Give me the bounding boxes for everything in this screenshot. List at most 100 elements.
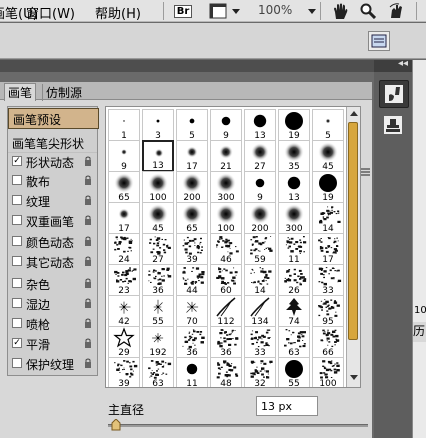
- scrollbar-thumb[interactable]: [348, 122, 358, 340]
- brush-preset[interactable]: 11: [278, 233, 310, 265]
- brush-preset[interactable]: 1: [108, 109, 140, 141]
- brush-preset[interactable]: 35: [278, 140, 310, 172]
- toggle-brush-panel-button[interactable]: [368, 31, 390, 51]
- brush-preset[interactable]: 14: [312, 202, 344, 234]
- clone-source-dock-button[interactable]: [379, 112, 407, 138]
- brush-preset[interactable]: 13: [142, 140, 174, 172]
- brush-preset[interactable]: 100: [142, 171, 174, 203]
- settings-item[interactable]: 喷枪: [8, 314, 97, 333]
- brush-preset[interactable]: 134: [244, 295, 276, 327]
- brush-preset[interactable]: 11: [176, 357, 208, 387]
- brush-preset[interactable]: 44: [176, 264, 208, 296]
- checkbox-checked[interactable]: ✓: [12, 338, 22, 348]
- lock-icon[interactable]: [84, 195, 92, 205]
- lock-icon[interactable]: [84, 236, 92, 246]
- brush-preset[interactable]: 27: [142, 233, 174, 265]
- tab-clone-source[interactable]: 仿制源: [42, 84, 85, 101]
- brush-preset[interactable]: 24: [108, 233, 140, 265]
- brush-preset[interactable]: 200: [176, 171, 208, 203]
- brush-preset[interactable]: 36: [176, 326, 208, 358]
- brush-preset[interactable]: 48: [210, 357, 242, 387]
- settings-item[interactable]: 颜色动态: [8, 232, 97, 251]
- settings-item[interactable]: ✓ 平滑: [8, 334, 97, 353]
- brush-preset[interactable]: 36: [142, 264, 174, 296]
- brush-preset[interactable]: 100: [312, 357, 344, 387]
- brush-preset[interactable]: 63: [278, 326, 310, 358]
- settings-item[interactable]: 湿边: [8, 294, 97, 313]
- brush-preset[interactable]: 5: [176, 109, 208, 141]
- settings-item[interactable]: 双重画笔: [8, 211, 97, 230]
- brush-preset[interactable]: 9: [244, 171, 276, 203]
- brush-preset[interactable]: 36: [210, 326, 242, 358]
- zoom-tool-icon[interactable]: [358, 2, 378, 20]
- brush-preset[interactable]: 21: [210, 140, 242, 172]
- brush-preset[interactable]: 39: [176, 233, 208, 265]
- brush-preset[interactable]: 63: [142, 357, 174, 387]
- checkbox[interactable]: [12, 278, 22, 288]
- brush-preset[interactable]: 33: [244, 326, 276, 358]
- brush-preset[interactable]: 5: [312, 109, 344, 141]
- settings-item[interactable]: 画笔笔尖形状: [8, 133, 97, 153]
- lock-icon[interactable]: [84, 256, 92, 266]
- brush-preset[interactable]: 29: [108, 326, 140, 358]
- lock-icon[interactable]: [84, 215, 92, 225]
- diameter-slider-knob[interactable]: [111, 418, 121, 431]
- scroll-up-arrow-icon[interactable]: [350, 111, 358, 116]
- settings-item[interactable]: 其它动态: [8, 252, 97, 271]
- brush-preset[interactable]: 9: [108, 140, 140, 172]
- menu-window[interactable]: 窗口(W): [26, 3, 75, 22]
- rotate-view-tool-icon[interactable]: [386, 2, 408, 20]
- brush-preset[interactable]: 33: [312, 264, 344, 296]
- brush-preset[interactable]: 60: [210, 264, 242, 296]
- brush-preset[interactable]: 9: [210, 109, 242, 141]
- checkbox[interactable]: [12, 236, 22, 246]
- brush-preset[interactable]: 65: [176, 202, 208, 234]
- screen-mode-icon[interactable]: [207, 2, 229, 20]
- checkbox[interactable]: [12, 358, 22, 368]
- collapse-dock-icon[interactable]: ◂◂: [398, 58, 408, 69]
- brush-preset[interactable]: 45: [312, 140, 344, 172]
- brush-preset[interactable]: 14: [244, 264, 276, 296]
- lock-icon[interactable]: [84, 298, 92, 308]
- brush-preset[interactable]: 66: [312, 326, 344, 358]
- brush-preset[interactable]: 200: [244, 202, 276, 234]
- brush-preset[interactable]: 65: [108, 171, 140, 203]
- brush-preset[interactable]: 46: [210, 233, 242, 265]
- brush-tool-dock-button[interactable]: [379, 80, 409, 108]
- lock-icon[interactable]: [84, 156, 92, 166]
- brush-preset[interactable]: 70: [176, 295, 208, 327]
- scroll-down-arrow-icon[interactable]: [350, 375, 358, 380]
- lock-icon[interactable]: [84, 338, 92, 348]
- brush-preset[interactable]: 32: [244, 357, 276, 387]
- bridge-button[interactable]: Br: [172, 2, 194, 20]
- brush-preset[interactable]: 13: [278, 171, 310, 203]
- lock-icon[interactable]: [84, 358, 92, 368]
- settings-item[interactable]: 纹理: [8, 191, 97, 210]
- settings-item[interactable]: 杂色: [8, 274, 97, 293]
- brush-preset[interactable]: 55: [142, 295, 174, 327]
- brush-preset[interactable]: 17: [108, 202, 140, 234]
- dock-header[interactable]: ◂◂: [374, 58, 412, 72]
- settings-item[interactable]: 散布: [8, 171, 97, 190]
- brush-preset[interactable]: 100: [210, 202, 242, 234]
- checkbox-checked[interactable]: ✓: [12, 156, 22, 166]
- lock-icon[interactable]: [84, 278, 92, 288]
- brush-preset[interactable]: 45: [142, 202, 174, 234]
- zoom-dropdown-icon[interactable]: [308, 9, 316, 14]
- settings-item[interactable]: 画笔预设: [8, 108, 99, 129]
- master-diameter-input[interactable]: 13 px: [256, 396, 318, 416]
- checkbox[interactable]: [12, 298, 22, 308]
- checkbox[interactable]: [12, 195, 22, 205]
- brush-preset[interactable]: 300: [210, 171, 242, 203]
- checkbox[interactable]: [12, 256, 22, 266]
- brush-preset[interactable]: 42: [108, 295, 140, 327]
- brush-preset[interactable]: 39: [108, 357, 140, 387]
- checkbox[interactable]: [12, 215, 22, 225]
- brush-preset[interactable]: 13: [244, 109, 276, 141]
- settings-item[interactable]: 保护纹理: [8, 354, 97, 373]
- brush-preset[interactable]: 300: [278, 202, 310, 234]
- brush-preset[interactable]: 55: [278, 357, 310, 387]
- brush-preset[interactable]: 19: [278, 109, 310, 141]
- brush-preset[interactable]: 26: [278, 264, 310, 296]
- brush-preset[interactable]: 17: [176, 140, 208, 172]
